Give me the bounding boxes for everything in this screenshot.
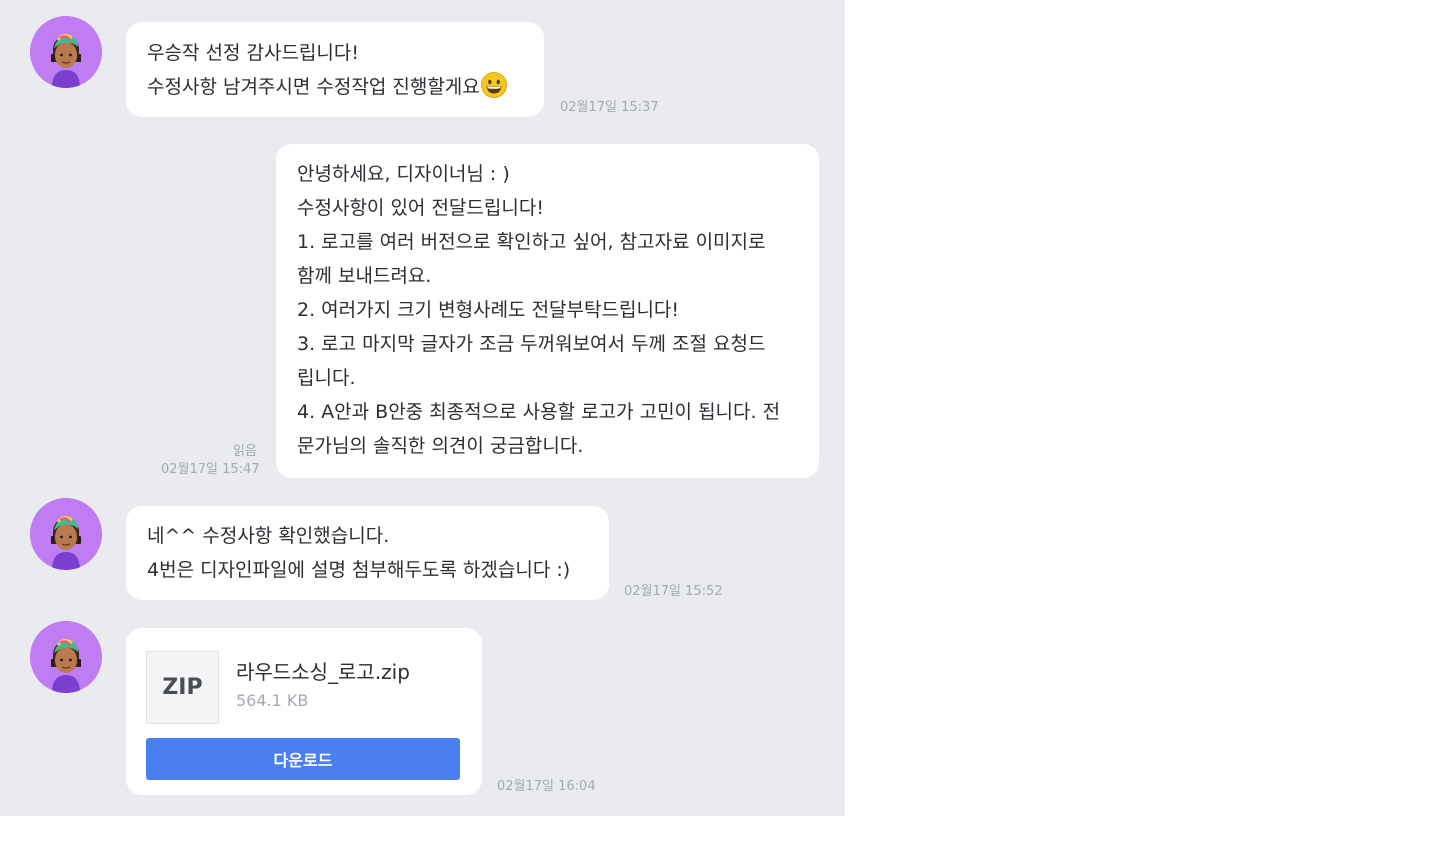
avatar-image [30,16,102,88]
timestamp: 02월17일 16:04 [497,779,596,794]
grinning-face-emoji-icon [480,72,507,109]
message-bubble-mine: 안녕하세요, 디자이너님 : ) 수정사항이 있어 전달드립니다! 1. 로고를… [276,144,819,478]
zip-file-icon: ZIP [146,651,219,724]
avatar-image [30,621,102,693]
avatar-image [30,498,102,570]
avatar[interactable] [30,16,102,88]
download-button[interactable]: 다운로드 [146,738,460,780]
message-line: 3. 로고 마지막 글자가 조금 두꺼워보여서 두께 조절 요청드 [297,333,766,355]
message-line: 1. 로고를 여러 버전으로 확인하고 싶어, 참고자료 이미지로 [297,231,766,253]
message-line: 수정사항이 있어 전달드립니다! [297,197,544,219]
message-line: 수정사항 남겨주시면 수정작업 진행할게요 [147,76,480,98]
message-line: 립니다. [297,367,356,389]
timestamp: 02월17일 15:52 [624,584,723,599]
message-line: 네^^ 수정사항 확인했습니다. [147,525,390,547]
message-line: 2. 여러가지 크기 변형사례도 전달부탁드립니다! [297,299,680,321]
message-bubble: 네^^ 수정사항 확인했습니다. 4번은 디자인파일에 설명 첨부해두도록 하겠… [126,506,609,600]
message-line: 우승작 선정 감사드립니다! [147,42,359,64]
message-line: 4. A안과 B안중 최종적으로 사용할 로고가 고민이 됩니다. 전 [297,401,781,423]
message-line: 함께 보내드려요. [297,265,432,287]
timestamp: 02월17일 15:47 [161,462,260,477]
read-receipt: 읽음 [233,444,257,459]
message-line: 안녕하세요, 디자이너님 : ) [297,163,510,185]
avatar[interactable] [30,621,102,693]
timestamp: 02월17일 15:37 [560,100,659,115]
message-bubble: 우승작 선정 감사드립니다! 수정사항 남겨주시면 수정작업 진행할게요 [126,22,544,117]
file-message-bubble: ZIP 라우드소싱_로고.zip 564.1 KB 다운로드 [126,628,482,795]
message-line: 4번은 디자인파일에 설명 첨부해두도록 하겠습니다 :) [147,559,571,581]
message-line: 문가님의 솔직한 의견이 궁금합니다. [297,435,584,457]
chat-area: 우승작 선정 감사드립니다! 수정사항 남겨주시면 수정작업 진행할게요 02월… [0,0,845,816]
file-name[interactable]: 라우드소싱_로고.zip [236,658,410,686]
file-size: 564.1 KB [236,691,309,710]
avatar[interactable] [30,498,102,570]
